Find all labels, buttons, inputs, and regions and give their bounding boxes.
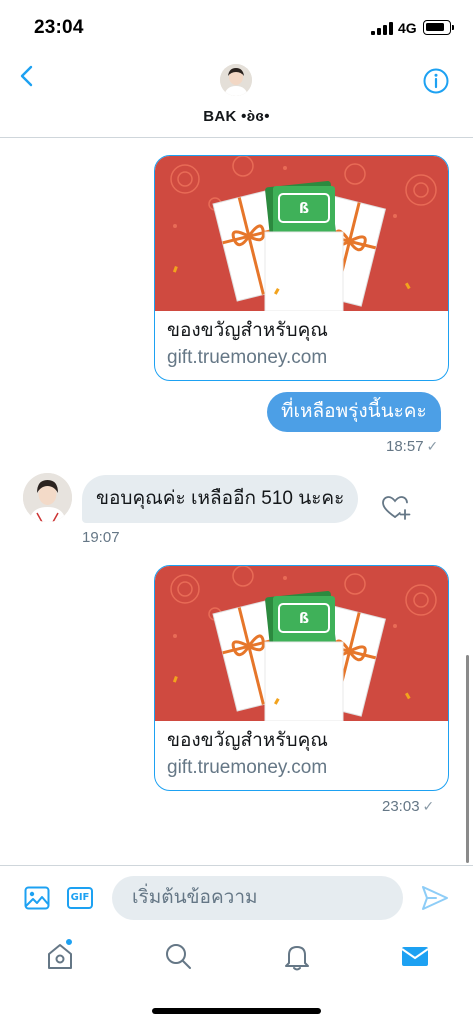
message-timestamp: 19:07 — [82, 529, 120, 546]
bell-icon[interactable] — [280, 939, 314, 973]
timestamp-text: 18:57 — [386, 438, 424, 455]
search-icon[interactable] — [161, 939, 195, 973]
svg-text:ß: ß — [299, 611, 309, 627]
image-icon[interactable] — [24, 886, 50, 910]
gift-image: ß — [155, 156, 448, 311]
scrollbar[interactable] — [466, 655, 469, 863]
gif-icon[interactable]: GIF — [67, 887, 93, 909]
message-composer: GIF เริ่มต้นข้อความ — [0, 865, 473, 925]
network-label: 4G — [398, 20, 417, 36]
status-time: 23:04 — [34, 17, 84, 38]
signal-icon — [371, 22, 393, 35]
svg-text:ß: ß — [299, 201, 309, 217]
send-icon[interactable] — [420, 884, 450, 912]
heart-plus-icon[interactable] — [381, 495, 411, 521]
conversation-name[interactable]: BAK •ʚ̀ɞ• — [0, 108, 473, 125]
card-title: ของขวัญสำหรับคุณ — [167, 730, 328, 751]
gift-card-message[interactable]: ß ของขวัญสำหรับคุณ gift.truemoney.com — [154, 155, 449, 381]
back-icon[interactable] — [14, 62, 42, 90]
battery-icon — [423, 20, 454, 35]
status-bar: 23:04 4G — [0, 0, 473, 56]
battery-level — [426, 23, 444, 31]
message-list[interactable]: ß ของขวัญสำหรับคุณ gift.truemoney.com ที… — [0, 139, 473, 864]
conversation-header: BAK •ʚ̀ɞ• — [0, 56, 473, 138]
sender-avatar[interactable] — [23, 473, 72, 522]
gift-card-message[interactable]: ß ของขวัญสำหรับคุณ gift.truemoney.com — [154, 565, 449, 791]
card-url[interactable]: gift.truemoney.com — [167, 755, 436, 781]
gift-image: ß — [155, 566, 448, 721]
home-notification-dot — [65, 938, 73, 946]
timestamp-text: 23:03 — [382, 798, 420, 815]
card-title: ของขวัญสำหรับคุณ — [167, 320, 328, 341]
message-input[interactable]: เริ่มต้นข้อความ — [112, 876, 403, 920]
sent-message-bubble[interactable]: ที่เหลือพรุ่งนี้นะคะ — [267, 392, 441, 432]
message-timestamp: 23:03 ✓ — [382, 798, 434, 815]
read-check-icon: ✓ — [422, 798, 435, 814]
message-timestamp: 18:57 ✓ — [386, 438, 438, 455]
mail-icon[interactable] — [398, 939, 432, 973]
read-check-icon: ✓ — [426, 438, 439, 454]
card-url[interactable]: gift.truemoney.com — [167, 345, 436, 371]
received-message-bubble[interactable]: ขอบคุณค่ะ เหลืออีก 510 นะคะ — [82, 475, 359, 523]
bottom-tab-bar — [0, 925, 473, 1024]
info-icon[interactable] — [422, 67, 450, 95]
home-indicator — [152, 1008, 321, 1014]
avatar[interactable] — [220, 64, 252, 96]
